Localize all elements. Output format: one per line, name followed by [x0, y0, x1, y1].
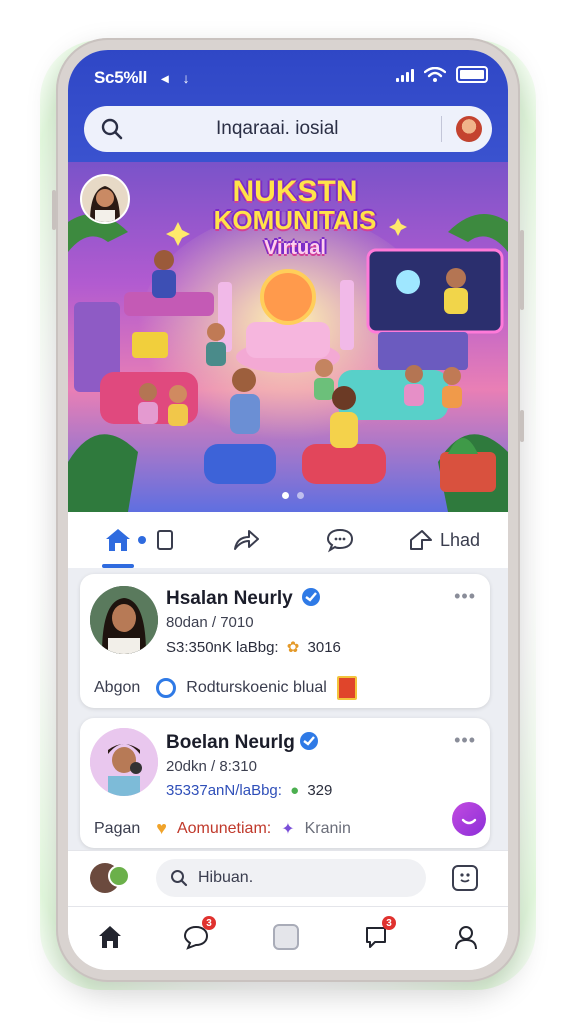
post-stats-text: 35337anN/laBbg: [166, 782, 282, 799]
post-actions: Abgon Rodturskoenic blual [94, 676, 357, 700]
status-bar-right [396, 66, 488, 83]
post-meta: 80dan / 7010 [166, 614, 254, 631]
composer-bar: Hibuan. [68, 850, 508, 907]
notifications-badge: 3 [382, 916, 396, 930]
post-author-avatar[interactable] [90, 586, 158, 654]
square-icon [273, 924, 299, 950]
post-stats-count: 3016 [307, 639, 341, 656]
post-author-name[interactable]: Boelan Neurlg [166, 732, 295, 754]
sticker-icon[interactable] [452, 865, 478, 891]
search-icon [171, 870, 188, 887]
download-arrow-icon: ↓ [182, 70, 190, 86]
smile-icon [461, 818, 477, 825]
composer-placeholder: Hibuan. [198, 869, 254, 886]
post-card[interactable]: Boelan Neurlg ••• 20dkn / 8:310 35337anN… [80, 718, 490, 848]
heart-icon[interactable]: ♥ [156, 818, 167, 839]
messages-badge: 3 [202, 916, 216, 930]
power-button [520, 230, 524, 310]
action-label[interactable]: Pagan [94, 820, 140, 838]
banner-title-line1: NUKSTN [232, 175, 358, 208]
banner-title: NUKSTN KOMUNITAIS Virtual [210, 175, 380, 262]
post-stats: 35337anN/laBbg: ● 329 [166, 782, 332, 799]
green-dot-icon: ● [290, 782, 300, 799]
post-card[interactable]: Hsalan Neurly ••• 80dan / 7010 S3:350nK … [80, 574, 490, 708]
app-screen: Sc5%ll ◂ ↓ Inqaraai. iosial NUKSTN KOMUN… [68, 50, 508, 970]
community-banner[interactable]: NUKSTN KOMUNITAIS Virtual [68, 162, 508, 512]
carousel-dot[interactable] [297, 492, 304, 499]
home-icon [106, 529, 130, 551]
location-icon: ◂ [161, 70, 169, 86]
post-stats: S3:350nK laBbg: ✿ 3016 [166, 638, 341, 656]
banner-avatar[interactable] [80, 174, 130, 224]
tab-chat[interactable] [326, 526, 354, 554]
status-emoji-icon [108, 865, 130, 887]
bottom-navigation: 3 3 [68, 906, 508, 970]
user-icon [455, 926, 477, 950]
post-actions: Pagan ♥ Aomunetiam: ✦ Kranin [94, 818, 351, 839]
action-label[interactable]: Abgon [94, 679, 140, 697]
wifi-icon [424, 66, 446, 82]
tab-share[interactable] [232, 526, 260, 554]
banner-title-line2: KOMUNITAIS [213, 205, 377, 235]
content-tab-bar: Lhad [68, 512, 508, 568]
more-options-icon[interactable]: ••• [454, 586, 476, 607]
tab-send-label: Lhad [440, 529, 481, 550]
gift-icon[interactable] [336, 676, 357, 700]
action-label-2[interactable]: Rodturskoenic blual [186, 679, 327, 697]
more-options-icon[interactable]: ••• [454, 730, 476, 751]
verified-badge-icon [300, 732, 318, 750]
search-icon [101, 118, 123, 140]
carousel-dot-active[interactable] [282, 492, 289, 499]
mascot-icon: ✦ [281, 820, 295, 838]
carrier-text: Sc5%ll [94, 68, 148, 87]
refresh-icon[interactable] [156, 678, 177, 698]
floating-action-button[interactable] [452, 802, 486, 836]
home-icon [99, 926, 121, 948]
square-icon [157, 530, 173, 550]
post-meta: 20dkn / 8:310 [166, 758, 257, 775]
send-icon [410, 530, 432, 550]
carousel-dots[interactable] [282, 492, 304, 499]
battery-icon [456, 66, 488, 83]
tab-home-dot [138, 536, 146, 544]
post-author-name[interactable]: Hsalan Neurly [166, 588, 293, 610]
nav-home[interactable] [92, 919, 128, 955]
volume-button [52, 190, 56, 230]
status-bar-left: Sc5%ll ◂ ↓ [94, 68, 190, 88]
composer-input[interactable]: Hibuan. [156, 859, 426, 897]
action-label-2[interactable]: Aomunetiam: [177, 820, 271, 838]
tab-home[interactable] [104, 526, 146, 554]
signal-icon [396, 68, 414, 82]
banner-title-line3: Virtual [264, 237, 326, 259]
verified-badge-icon [302, 588, 320, 606]
action-label-3[interactable]: Kranin [305, 820, 351, 838]
chat-bubble-icon [326, 528, 354, 553]
nav-notifications[interactable]: 3 [358, 916, 396, 955]
search-bar[interactable]: Inqaraai. iosial [84, 106, 492, 152]
post-feed: Hsalan Neurly ••• 80dan / 7010 S3:350nK … [68, 568, 508, 850]
tab-square[interactable] [156, 526, 174, 554]
side-button [520, 410, 524, 442]
profile-avatar[interactable] [456, 116, 482, 142]
share-icon [234, 530, 259, 550]
post-stats-text: S3:350nK laBbg: [166, 639, 279, 656]
nav-messages[interactable]: 3 [178, 916, 216, 955]
nav-profile[interactable] [448, 919, 484, 955]
search-text: Inqaraai. iosial [216, 118, 339, 139]
post-author-avatar[interactable] [90, 728, 158, 796]
paw-icon: ✿ [286, 639, 300, 656]
search-divider [441, 116, 442, 142]
tab-send[interactable]: Lhad [408, 526, 480, 554]
post-stats-count: 329 [307, 782, 333, 799]
nav-center[interactable] [268, 919, 304, 955]
app-header: Sc5%ll ◂ ↓ Inqaraai. iosial [68, 50, 508, 162]
